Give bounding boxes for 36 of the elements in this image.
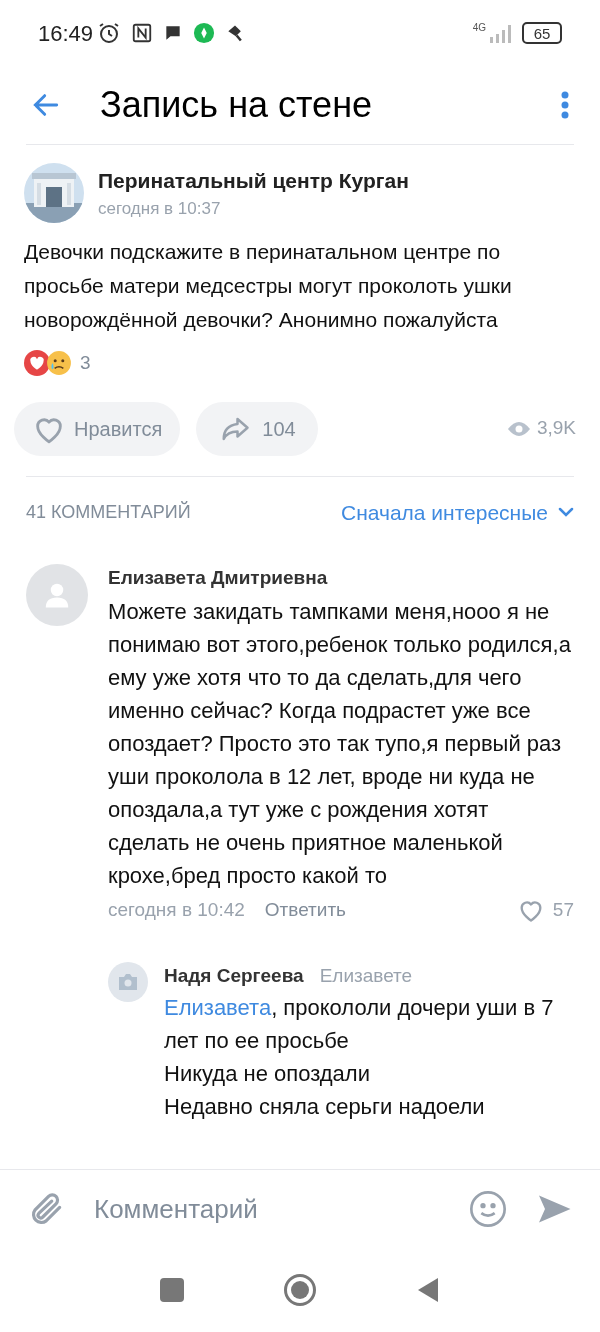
views-count: 3,9K bbox=[536, 416, 576, 441]
crying-face-icon bbox=[46, 350, 72, 377]
eye-icon bbox=[506, 419, 531, 438]
reply-link[interactable]: Ответить bbox=[264, 895, 346, 924]
post-text: Девочки подскажите в перинатальном центре по просьбе матери медсестры могут проколоть ушки новорождённой девочки? Анонимно пожалуйста bbox=[24, 239, 513, 333]
more-menu-icon[interactable] bbox=[560, 90, 570, 120]
back-button[interactable] bbox=[416, 1276, 440, 1304]
battery-indicator: 65 bbox=[522, 22, 562, 44]
compass-icon bbox=[193, 22, 216, 44]
clock: 16:49 bbox=[38, 19, 94, 48]
reply-target: Елизавете bbox=[319, 964, 413, 988]
reply-text: Елизавета, прокололи дочери уши в 7 лет по ее просьбе Никуда не опоздали Недавно сняла серьги надоели bbox=[164, 993, 555, 1121]
comment-author[interactable]: Елизавета Дмитриевна bbox=[108, 564, 574, 593]
comment-likes: 57 bbox=[552, 897, 574, 922]
reaction-count: 3 bbox=[80, 351, 91, 375]
home-button[interactable] bbox=[284, 1274, 316, 1306]
post-time: сегодня в 10:37 bbox=[98, 198, 222, 220]
camera-icon bbox=[117, 973, 139, 991]
like-button[interactable]: Нравится bbox=[14, 401, 181, 456]
network-label: 4G bbox=[472, 23, 486, 33]
recents-button[interactable] bbox=[160, 1278, 184, 1302]
comments-count: 41 КОММЕНТАРИЙ bbox=[26, 500, 191, 524]
sort-dropdown[interactable]: Сначала интересные bbox=[341, 496, 574, 528]
comment-input[interactable]: Комментарий bbox=[94, 1189, 440, 1229]
heart-reaction-icon bbox=[24, 350, 50, 377]
page-title: Запись на стене bbox=[100, 83, 373, 127]
author-name[interactable]: Перинатальный центр Курган bbox=[98, 164, 409, 196]
comment-text: Можете закидать тампками меня,нооо я не понимаю вот этого,ребенок только родился,а ему уже хотя что то да сделать,для чего именно сейчас? Когда подрастет уже все опоздает? Просто это так тупо,я первый раз уши проколола в 12 лет, вроде ни куда не опоздала,а тут уже с рождения хотят сделать не очень приятное маленькой крохе,бред просто какой то bbox=[108, 597, 572, 890]
chevron-down-icon bbox=[558, 507, 574, 518]
nfc-icon bbox=[131, 22, 154, 44]
reply-author[interactable]: Надя Сергеева bbox=[164, 962, 304, 991]
share-button[interactable]: 104 bbox=[196, 401, 318, 456]
signal-icon bbox=[488, 23, 514, 43]
emoji-icon[interactable] bbox=[468, 1189, 508, 1229]
comment-time: сегодня в 10:42 bbox=[108, 897, 245, 922]
mention-link[interactable]: Елизавета bbox=[164, 994, 272, 1020]
